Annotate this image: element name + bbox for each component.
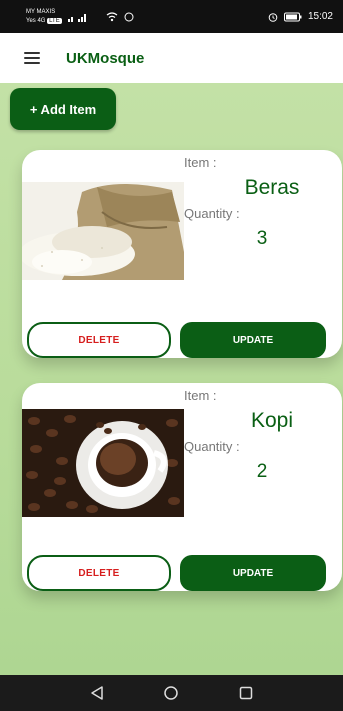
delete-button[interactable]: DELETE [27,322,171,358]
quantity-label: Quantity : [184,439,240,454]
recents-icon[interactable] [238,685,254,701]
quantity-label: Quantity : [184,206,240,221]
add-item-button[interactable]: + Add Item [10,88,116,130]
alarm-icon [268,12,278,22]
item-card: Item : Beras Quantity : 3 DELETE UPDATE [22,150,342,358]
status-left: MY MAXIS Yes 4G LTE [26,8,134,26]
update-button[interactable]: UPDATE [180,555,326,591]
rice-sack-image [22,182,184,280]
status-right: 80 15:02 [268,11,333,22]
back-icon[interactable] [89,685,105,701]
carrier-info: MY MAXIS Yes 4G LTE [26,8,62,26]
home-icon[interactable] [163,685,179,701]
item-label: Item : [184,155,217,170]
delete-button[interactable]: DELETE [27,555,171,591]
clock: 15:02 [307,11,333,22]
item-card: Item : Kopi Quantity : 2 DELETE UPDATE [22,383,342,591]
item-name: Kopi [250,409,294,432]
content-area: + Add Item Item : Beras Quantity : 3 DEL… [0,83,343,675]
status-bar: MY MAXIS Yes 4G LTE 80 15: [0,0,343,33]
carrier-name: MY MAXIS [26,8,56,15]
item-name: Beras [244,176,300,199]
quantity-value: 2 [256,461,268,482]
app-bar: UKMosque [0,33,343,83]
wifi-icon [106,11,118,21]
system-nav-bar [0,675,343,711]
menu-icon[interactable] [24,52,40,64]
battery-icon [283,12,302,21]
signal-icon [67,13,86,22]
item-label: Item : [184,388,217,403]
quantity-value: 3 [256,228,268,249]
coffee-cup-image [22,409,184,517]
carrier-network: Yes 4G [26,17,46,24]
update-button[interactable]: UPDATE [180,322,326,358]
app-title: UKMosque [66,49,145,67]
whatsapp-icon [124,12,134,21]
lte-badge: LTE [47,17,62,24]
